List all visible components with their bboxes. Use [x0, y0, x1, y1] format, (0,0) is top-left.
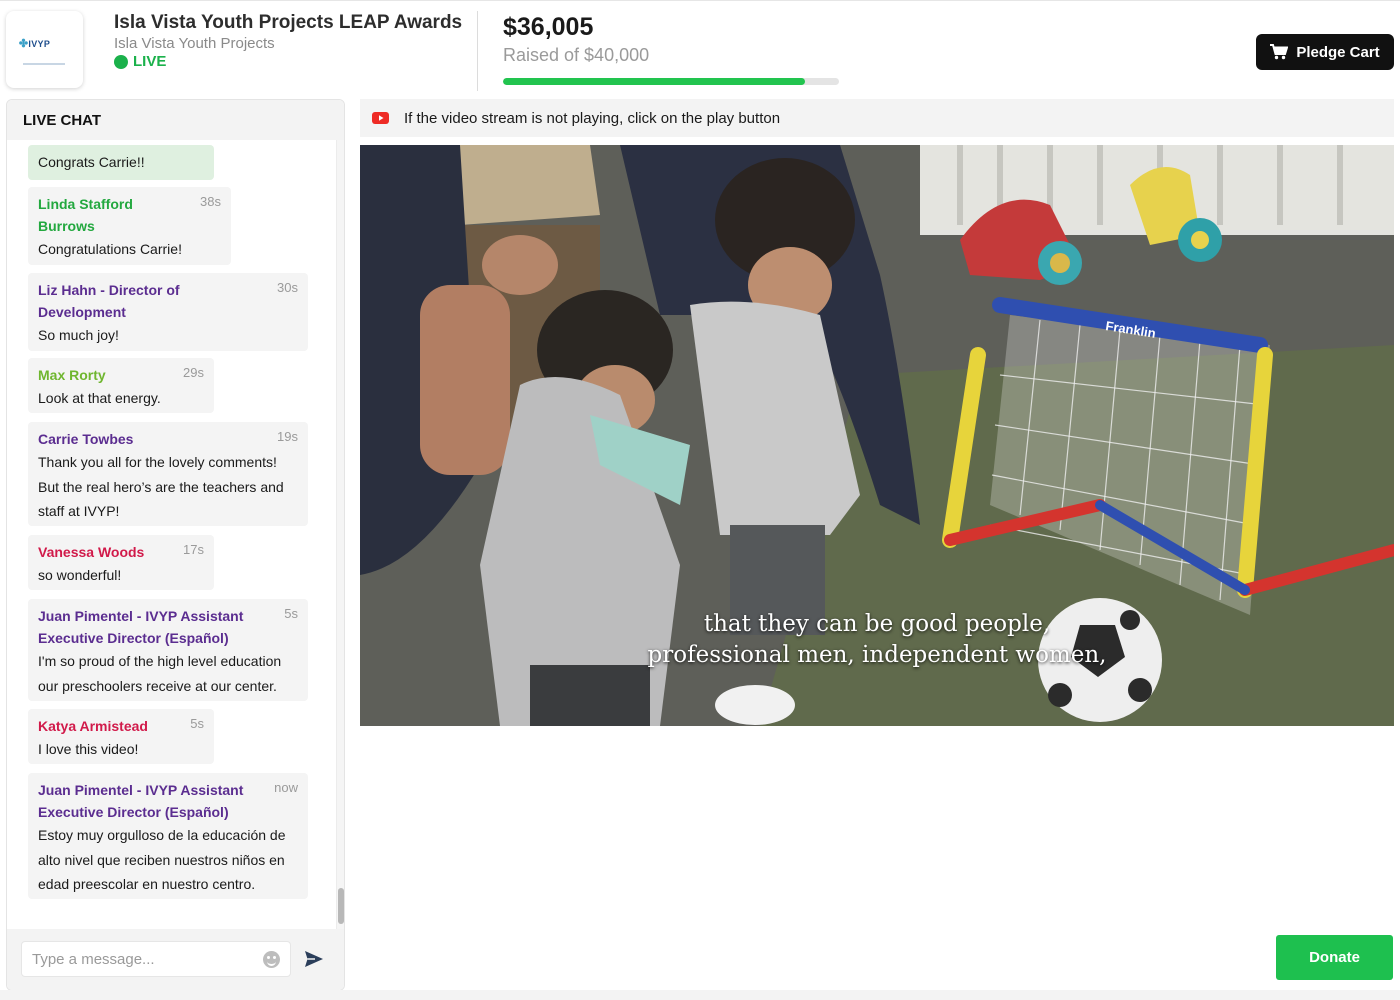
chat-message: Carrie Towbes 19s Thank you all for the …: [28, 422, 308, 526]
youtube-icon: [372, 112, 389, 124]
organization-name: Isla Vista Youth Projects: [114, 35, 275, 52]
chat-timestamp: 17s: [183, 542, 204, 557]
chat-message: Vanessa Woods 17s so wonderful!: [28, 535, 214, 590]
progress-fill: [503, 78, 806, 85]
event-title: Isla Vista Youth Projects LEAP Awards: [114, 12, 463, 33]
pledge-cart-label: Pledge Cart: [1296, 43, 1380, 61]
chat-text: Congratulations Carrie!: [38, 241, 182, 257]
chat-message: Juan Pimentel - IVYP Assistant Executive …: [28, 599, 308, 701]
chat-text: I'm so proud of the high level education…: [38, 653, 282, 694]
donate-button[interactable]: Donate: [1276, 935, 1393, 980]
chat-text: Look at that energy.: [38, 390, 161, 406]
send-icon[interactable]: [304, 950, 324, 968]
chat-timestamp: 30s: [277, 280, 298, 295]
chat-message: Liz Hahn - Director of Development 30s So…: [28, 273, 308, 351]
chat-timestamp: 5s: [190, 716, 204, 731]
chat-message: Max Rorty 29s Look at that energy.: [28, 358, 214, 413]
live-chat-title: LIVE CHAT: [7, 100, 344, 140]
fundraising-progress-bar: [503, 78, 839, 85]
live-status: LIVE: [114, 53, 166, 70]
video-caption-line: that they can be good people,: [703, 611, 1051, 637]
live-chat-panel: LIVE CHAT Congrats Carrie!! Linda Staffo…: [6, 99, 345, 991]
chat-message-list[interactable]: Congrats Carrie!! Linda Stafford Burrows …: [7, 140, 337, 930]
chat-author[interactable]: Katya Armistead: [38, 715, 204, 737]
pledge-cart-button[interactable]: Pledge Cart: [1256, 34, 1394, 70]
chat-author[interactable]: Juan Pimentel - IVYP Assistant Executive …: [38, 779, 298, 823]
chat-text: I love this video!: [38, 741, 139, 757]
chat-message: Congrats Carrie!!: [28, 145, 214, 180]
live-label: LIVE: [133, 53, 167, 70]
chat-message: Katya Armistead 5s I love this video!: [28, 709, 214, 764]
chat-message-input[interactable]: [21, 941, 291, 977]
emoji-icon[interactable]: [263, 951, 280, 968]
chat-message: Juan Pimentel - IVYP Assistant Executive …: [28, 773, 308, 899]
chat-text: Thank you all for the lovely comments! Bu…: [38, 454, 284, 519]
chat-timestamp: now: [274, 780, 298, 795]
chat-timestamp: 5s: [284, 606, 298, 621]
chat-text: So much joy!: [38, 327, 119, 343]
chat-author[interactable]: Linda Stafford Burrows: [38, 193, 221, 237]
chat-author[interactable]: Max Rorty: [38, 364, 204, 386]
chat-author[interactable]: Juan Pimentel - IVYP Assistant Executive …: [38, 605, 298, 649]
stream-notice-text: If the video stream is not playing, clic…: [404, 109, 781, 127]
stream-notice-bar: If the video stream is not playing, clic…: [360, 99, 1394, 137]
chat-author[interactable]: Carrie Towbes: [38, 428, 298, 450]
chat-scrollbar[interactable]: [336, 140, 344, 930]
chat-composer: [7, 929, 344, 990]
raised-amount: $36,005: [503, 13, 594, 41]
header-bar: ✤IVYP Isla Vista Youth Projects LEAP Awa…: [0, 0, 1400, 98]
chat-text: so wonderful!: [38, 567, 122, 583]
cart-icon: [1270, 44, 1289, 60]
chat-scroll-thumb[interactable]: [338, 888, 344, 924]
chat-author[interactable]: Liz Hahn - Director of Development: [38, 279, 298, 323]
chat-timestamp: 19s: [277, 429, 298, 444]
organization-logo[interactable]: ✤IVYP: [6, 11, 83, 88]
chat-timestamp: 29s: [183, 365, 204, 380]
live-dot-icon: [114, 54, 128, 69]
chat-text: Estoy muy orgulloso de la educación de al…: [38, 827, 286, 892]
header-divider: [477, 11, 478, 91]
video-player[interactable]: Franklin that they can be good people, p…: [360, 145, 1394, 726]
chat-author[interactable]: Vanessa Woods: [38, 541, 204, 563]
raised-goal: Raised of $40,000: [503, 45, 650, 65]
chat-timestamp: 38s: [200, 194, 221, 209]
video-caption-line: professional men, independent women,: [647, 642, 1107, 668]
bottom-strip: [0, 990, 1400, 1000]
chat-message: Linda Stafford Burrows 38s Congratulation…: [28, 187, 231, 265]
